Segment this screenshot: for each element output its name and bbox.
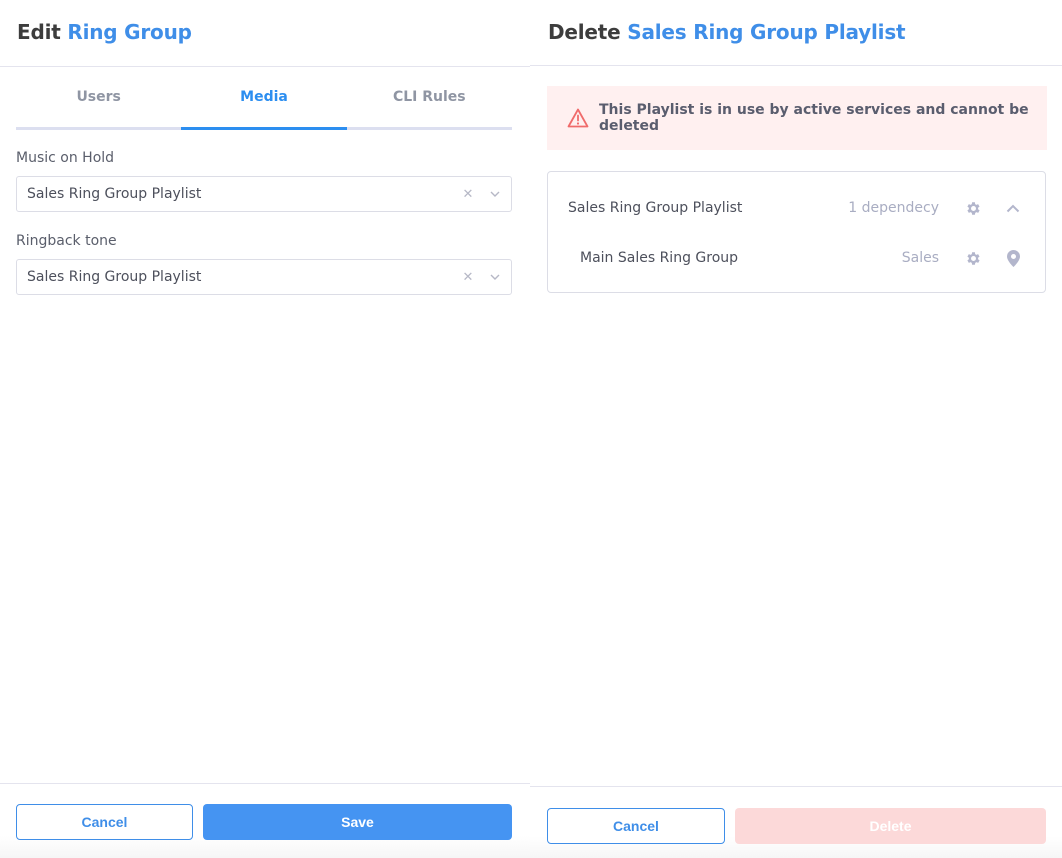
ringback-tone-label: Ringback tone — [16, 233, 117, 249]
save-button[interactable]: Save — [203, 804, 512, 840]
music-on-hold-select[interactable]: Sales Ring Group Playlist ✕ — [16, 176, 512, 212]
tab-cli-rules[interactable]: CLI Rules — [347, 67, 512, 127]
in-use-alert: This Playlist is in use by active servic… — [547, 86, 1047, 150]
ringback-tone-select[interactable]: Sales Ring Group Playlist ✕ — [16, 259, 512, 295]
chevron-down-icon[interactable] — [483, 191, 507, 197]
dependency-item-row[interactable]: Main Sales Ring Group Sales — [548, 243, 1045, 273]
edit-ring-group-panel: Edit Ring Group Users Media CLI Rules Mu… — [0, 0, 530, 858]
title-prefix: Delete — [548, 20, 621, 44]
title-accent: Sales Ring Group Playlist — [627, 20, 906, 44]
dependency-card: Sales Ring Group Playlist 1 dependecy Ma… — [547, 171, 1046, 293]
edit-panel-header: Edit Ring Group — [0, 0, 530, 67]
delete-playlist-panel: Delete Sales Ring Group Playlist This Pl… — [530, 0, 1062, 858]
delete-panel-footer: Cancel Delete — [530, 786, 1062, 858]
title-prefix: Edit — [17, 20, 61, 44]
alert-message: This Playlist is in use by active servic… — [599, 102, 1029, 134]
delete-button[interactable]: Delete — [735, 808, 1046, 844]
dependency-group-row[interactable]: Sales Ring Group Playlist 1 dependecy — [548, 193, 1045, 223]
location-pin-icon[interactable] — [1003, 249, 1023, 267]
tab-media[interactable]: Media — [181, 67, 347, 130]
dependency-group-name: Sales Ring Group Playlist — [568, 200, 743, 216]
page-title: Delete Sales Ring Group Playlist — [548, 20, 1045, 44]
music-on-hold-label: Music on Hold — [16, 150, 115, 166]
cancel-button[interactable]: Cancel — [547, 808, 725, 844]
title-accent: Ring Group — [67, 20, 192, 44]
dependency-count: 1 dependecy — [848, 200, 939, 216]
x-icon[interactable]: ✕ — [459, 187, 477, 202]
x-icon[interactable]: ✕ — [459, 270, 477, 285]
warning-triangle-icon — [567, 108, 589, 128]
delete-panel-header: Delete Sales Ring Group Playlist — [530, 0, 1062, 66]
tab-users[interactable]: Users — [16, 67, 181, 127]
cancel-button[interactable]: Cancel — [16, 804, 193, 840]
tab-bar: Users Media CLI Rules — [16, 67, 512, 130]
gear-icon[interactable] — [963, 250, 983, 267]
dependency-item-name: Main Sales Ring Group — [580, 250, 739, 266]
chevron-down-icon[interactable] — [483, 274, 507, 280]
gear-icon[interactable] — [963, 200, 983, 217]
edit-panel-footer: Cancel Save — [0, 783, 530, 858]
page-title: Edit Ring Group — [17, 20, 513, 44]
chevron-up-icon[interactable] — [1003, 204, 1023, 213]
select-value: Sales Ring Group Playlist — [27, 269, 202, 285]
dependency-item-tag: Sales — [901, 250, 939, 266]
select-value: Sales Ring Group Playlist — [27, 186, 202, 202]
